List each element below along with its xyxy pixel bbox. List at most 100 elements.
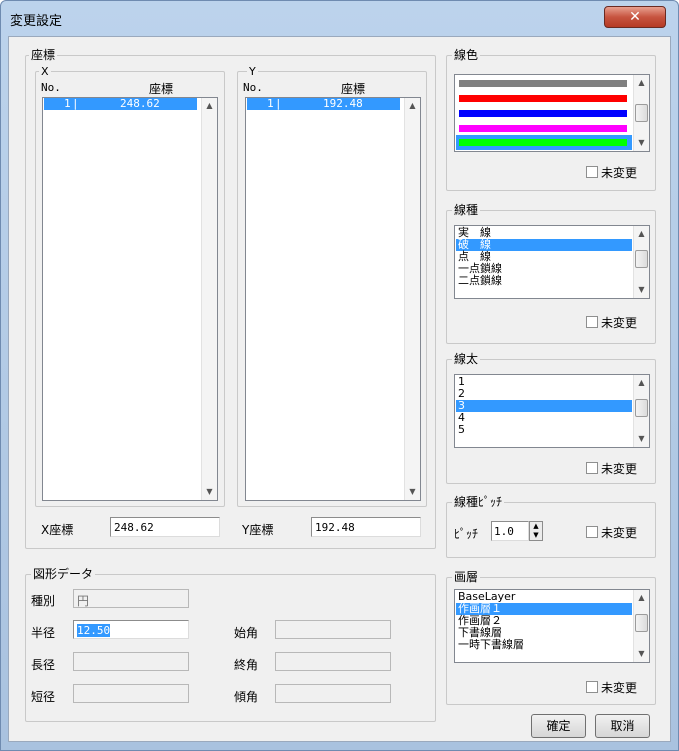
line-width-unchanged-checkbox[interactable] [586, 462, 598, 474]
scroll-up-icon[interactable]: ▲ [634, 226, 649, 242]
scroll-thumb[interactable] [635, 614, 648, 632]
y-row-no: 1 [267, 97, 274, 110]
line-type-scrollbar[interactable]: ▲ ▼ [633, 226, 649, 298]
pitch-unchanged-checkbox[interactable] [586, 526, 598, 538]
radius-label: 半径 [31, 626, 56, 640]
x-group-label: X [39, 65, 51, 79]
line-color-group-label: 線色 [452, 48, 481, 62]
start-angle-label: 始角 [234, 626, 259, 640]
line-width-item[interactable]: 5 [456, 424, 632, 436]
scroll-thumb[interactable] [635, 250, 648, 268]
line-width-list[interactable]: 12345 ▲ ▼ [454, 374, 650, 448]
scroll-up-icon[interactable]: ▲ [634, 75, 649, 91]
line-type-group-label: 線種 [452, 203, 481, 217]
end-angle-field [275, 652, 391, 671]
end-angle-label: 終角 [234, 658, 259, 672]
color-swatch-magenta[interactable] [459, 125, 627, 132]
pitch-label: ﾋﾟｯﾁ [454, 527, 479, 541]
cancel-button[interactable]: 取消 [595, 714, 650, 738]
line-width-item[interactable]: 3 [456, 400, 632, 412]
coords-group-label: 座標 [29, 48, 58, 62]
line-type-unchanged-label: 未変更 [601, 316, 638, 330]
tilt-angle-label: 傾角 [234, 690, 259, 704]
y-coord-list[interactable]: 1 | 192.48 ▲ ▼ [245, 97, 421, 501]
line-width-scrollbar[interactable]: ▲ ▼ [633, 375, 649, 447]
scroll-down-icon[interactable]: ▼ [202, 484, 217, 500]
y-col-no: No. [243, 81, 263, 94]
line-width-unchanged-label: 未変更 [601, 462, 638, 476]
scroll-down-icon[interactable]: ▼ [634, 431, 649, 447]
line-width-item[interactable]: 1 [456, 376, 632, 388]
spin-down-icon[interactable]: ▼ [530, 531, 542, 540]
y-list-row[interactable]: 1 | 192.48 [247, 98, 400, 110]
x-col-coord: 座標 [149, 82, 174, 96]
major-label: 長径 [31, 658, 56, 672]
x-coord-list[interactable]: 1 | 248.62 ▲ ▼ [42, 97, 218, 501]
window-title: 変更設定 [10, 14, 63, 29]
layer-group-label: 画層 [452, 570, 481, 584]
line-type-item[interactable]: 二点鎖線 [456, 275, 632, 287]
y-field-label: Y座標 [242, 523, 274, 537]
x-list-scrollbar[interactable]: ▲ ▼ [201, 98, 217, 500]
layer-item[interactable]: 一時下書線層 [456, 639, 632, 651]
layer-list[interactable]: BaseLayer 作画層１ 作画層２ 下書線層 一時下書線層 ▲ ▼ [454, 589, 650, 663]
line-width-item[interactable]: 2 [456, 388, 632, 400]
scroll-thumb[interactable] [635, 104, 648, 122]
pitch-field[interactable]: 1.0 [491, 521, 529, 541]
type-field: 円 [73, 589, 189, 608]
line-color-unchanged-label: 未変更 [601, 166, 638, 180]
radius-field[interactable]: 12.50 [73, 620, 189, 639]
color-swatch-green-selected[interactable] [456, 135, 632, 150]
line-color-list[interactable]: ▲ ▼ [454, 74, 650, 152]
y-col-coord: 座標 [341, 82, 366, 96]
y-list-scrollbar[interactable]: ▲ ▼ [404, 98, 420, 500]
scroll-down-icon[interactable]: ▼ [634, 646, 649, 662]
close-button[interactable]: ✕ [604, 6, 666, 28]
line-color-scrollbar[interactable]: ▲ ▼ [633, 75, 649, 151]
scroll-down-icon[interactable]: ▼ [634, 135, 649, 151]
line-width-item[interactable]: 4 [456, 412, 632, 424]
color-swatch-red[interactable] [459, 95, 627, 102]
layer-scrollbar[interactable]: ▲ ▼ [633, 590, 649, 662]
color-swatch-green [459, 139, 627, 146]
major-field [73, 652, 189, 671]
layer-unchanged-checkbox[interactable] [586, 681, 598, 693]
ok-button[interactable]: 確定 [531, 714, 586, 738]
scroll-up-icon[interactable]: ▲ [634, 375, 649, 391]
x-field-label: X座標 [41, 523, 74, 537]
y-group-label: Y [247, 65, 258, 79]
scroll-up-icon[interactable]: ▲ [202, 98, 217, 114]
y-coord-field[interactable]: 192.48 [311, 517, 421, 537]
type-label: 種別 [31, 594, 56, 608]
minor-label: 短径 [31, 690, 56, 704]
tilt-angle-field [275, 684, 391, 703]
dialog-client: 座標 X No. 座標 1 | 248.62 ▲ ▼ X座標 248.62 Y … [8, 36, 671, 742]
color-swatch-blue[interactable] [459, 110, 627, 117]
start-angle-field [275, 620, 391, 639]
shape-data-group-label: 図形データ [31, 567, 96, 581]
line-type-unchanged-checkbox[interactable] [586, 316, 598, 328]
line-color-unchanged-checkbox[interactable] [586, 166, 598, 178]
x-list-row[interactable]: 1 | 248.62 [44, 98, 197, 110]
color-swatch-gray[interactable] [459, 80, 627, 87]
scroll-down-icon[interactable]: ▼ [405, 484, 420, 500]
layer-unchanged-label: 未変更 [601, 681, 638, 695]
pitch-group-label: 線種ﾋﾟｯﾁ [452, 495, 505, 509]
x-col-no: No. [41, 81, 61, 94]
minor-field [73, 684, 189, 703]
scroll-up-icon[interactable]: ▲ [405, 98, 420, 114]
x-row-divider: | [72, 97, 79, 110]
scroll-up-icon[interactable]: ▲ [634, 590, 649, 606]
spin-up-icon[interactable]: ▲ [530, 522, 542, 531]
pitch-unchanged-label: 未変更 [601, 526, 638, 540]
radius-value: 12.50 [77, 624, 111, 637]
x-coord-field[interactable]: 248.62 [110, 517, 220, 537]
line-width-group-label: 線太 [452, 352, 481, 366]
y-row-value: 192.48 [323, 97, 363, 110]
scroll-down-icon[interactable]: ▼ [634, 282, 649, 298]
pitch-spinner[interactable]: ▲ ▼ [529, 521, 543, 541]
x-row-no: 1 [64, 97, 71, 110]
scroll-thumb[interactable] [635, 399, 648, 417]
line-type-list[interactable]: 実 線破 線点 線一点鎖線 二点鎖線 ▲ ▼ [454, 225, 650, 299]
x-row-value: 248.62 [120, 97, 160, 110]
